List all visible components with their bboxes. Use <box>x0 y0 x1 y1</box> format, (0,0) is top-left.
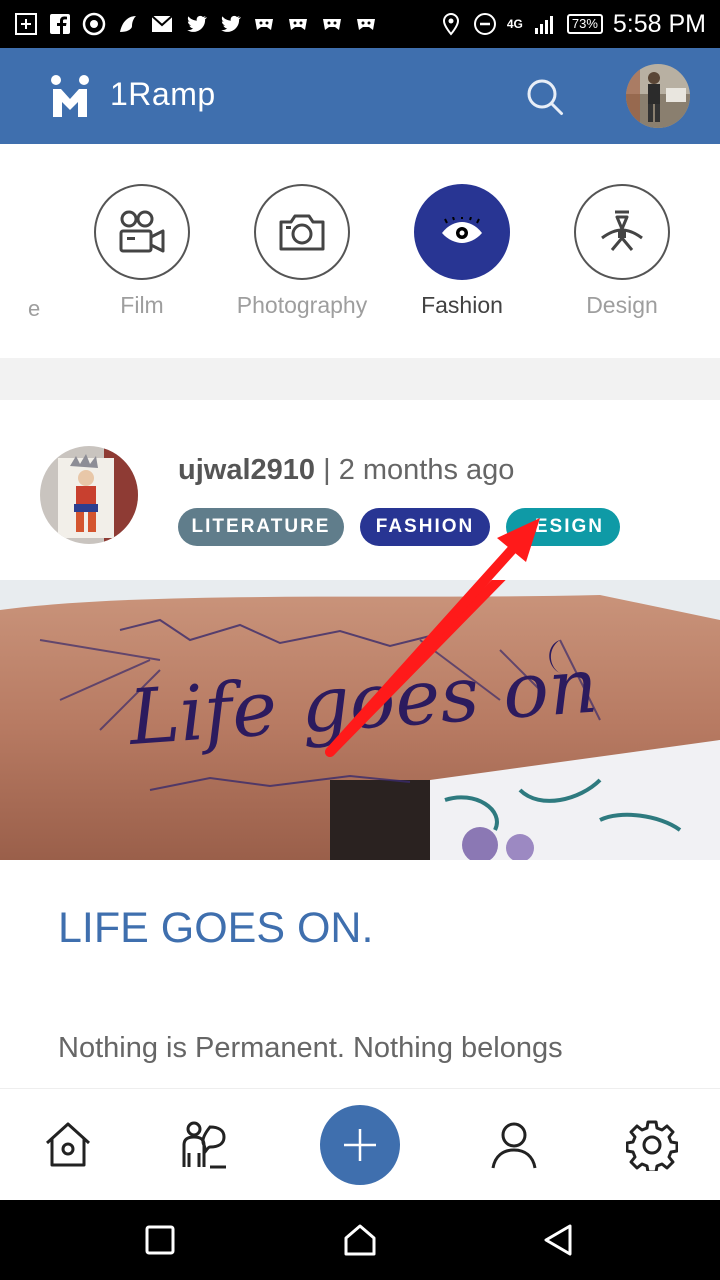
chrome-icon <box>82 12 106 36</box>
mail-icon <box>151 15 173 32</box>
people-icon[interactable] <box>180 1119 232 1171</box>
game-controller-icon <box>289 19 307 30</box>
tattoo-arm-photo: Life goes on <box>0 580 720 860</box>
facebook-icon <box>50 14 70 34</box>
bottom-nav <box>0 1088 720 1200</box>
category-design[interactable]: Design <box>542 184 702 319</box>
home-icon[interactable] <box>342 1222 378 1258</box>
post-excerpt: Nothing is Permanent. Nothing belongs <box>58 1032 563 1064</box>
battery-indicator: 73% <box>566 14 603 34</box>
design-pen-icon <box>601 210 643 251</box>
post-author-avatar[interactable] <box>40 446 138 544</box>
twitter-icon <box>221 15 241 32</box>
app-logo-icon <box>51 75 89 117</box>
twitter-icon <box>187 15 207 32</box>
profile-icon[interactable] <box>488 1119 540 1171</box>
category-fashion[interactable]: Fashion <box>382 184 542 319</box>
post-image[interactable]: Life goes on <box>0 580 720 860</box>
recents-icon[interactable] <box>142 1222 178 1258</box>
location-icon <box>442 12 459 36</box>
add-icon <box>344 1129 376 1161</box>
app-screen: 4G 73% 5:58 PM 1Ramp e Film Photography … <box>0 0 720 1280</box>
eye-icon <box>442 217 482 243</box>
category-film[interactable]: Film <box>62 184 222 319</box>
status-bar: 4G 73% 5:58 PM <box>0 0 720 48</box>
post-time: 2 months ago <box>338 454 515 486</box>
user-avatar[interactable] <box>626 64 690 128</box>
film-icon <box>119 210 165 253</box>
tag-design[interactable]: ESIGN <box>506 508 620 546</box>
camera-icon <box>279 214 325 251</box>
post-card[interactable]: ujwal2910 | 2 months ago LITERATURE FASH… <box>0 400 720 1090</box>
app-notification-icon <box>120 16 136 32</box>
category-design-circle <box>574 184 670 280</box>
signal-icon <box>534 16 553 34</box>
category-photography-label: Photography <box>236 292 368 318</box>
search-icon[interactable] <box>526 78 564 116</box>
tag-literature[interactable]: LITERATURE <box>178 508 344 546</box>
clock: 5:58 PM <box>612 9 706 38</box>
game-controller-icon <box>357 19 375 30</box>
back-icon[interactable] <box>540 1222 576 1258</box>
category-fashion-circle <box>414 184 510 280</box>
category-label-partial: e <box>28 296 41 321</box>
game-controller-icon <box>323 19 341 30</box>
home-icon[interactable] <box>42 1119 94 1171</box>
app-title: 1Ramp <box>110 76 216 112</box>
post-username[interactable]: ujwal2910 <box>178 454 315 486</box>
notification-icons <box>14 12 378 36</box>
avatar-photo <box>626 64 690 128</box>
network-type: 4G <box>506 17 523 31</box>
settings-icon[interactable] <box>626 1119 678 1171</box>
category-bar: e Film Photography Fashion Design <box>0 144 720 358</box>
post-tags: LITERATURE FASHION ESIGN <box>178 508 620 546</box>
author-avatar-photo <box>40 446 138 544</box>
add-box-icon <box>15 13 37 35</box>
category-film-label: Film <box>120 292 164 318</box>
add-post-button[interactable] <box>320 1105 400 1185</box>
system-nav-bar <box>0 1200 720 1280</box>
app-bar: 1Ramp <box>0 48 720 144</box>
system-status: 4G 73% 5:58 PM <box>439 10 706 39</box>
meta-separator: | <box>315 454 339 486</box>
category-photography-circle <box>254 184 350 280</box>
category-fashion-label: Fashion <box>421 292 503 318</box>
category-film-circle <box>94 184 190 280</box>
category-photography[interactable]: Photography <box>222 184 382 319</box>
do-not-disturb-icon <box>473 13 496 35</box>
category-design-label: Design <box>586 292 658 318</box>
tag-fashion[interactable]: FASHION <box>360 508 490 546</box>
game-controller-icon <box>255 19 273 30</box>
section-divider <box>0 358 720 400</box>
post-meta: ujwal2910 | 2 months ago <box>178 454 514 487</box>
post-title[interactable]: LIFE GOES ON. <box>58 904 373 953</box>
